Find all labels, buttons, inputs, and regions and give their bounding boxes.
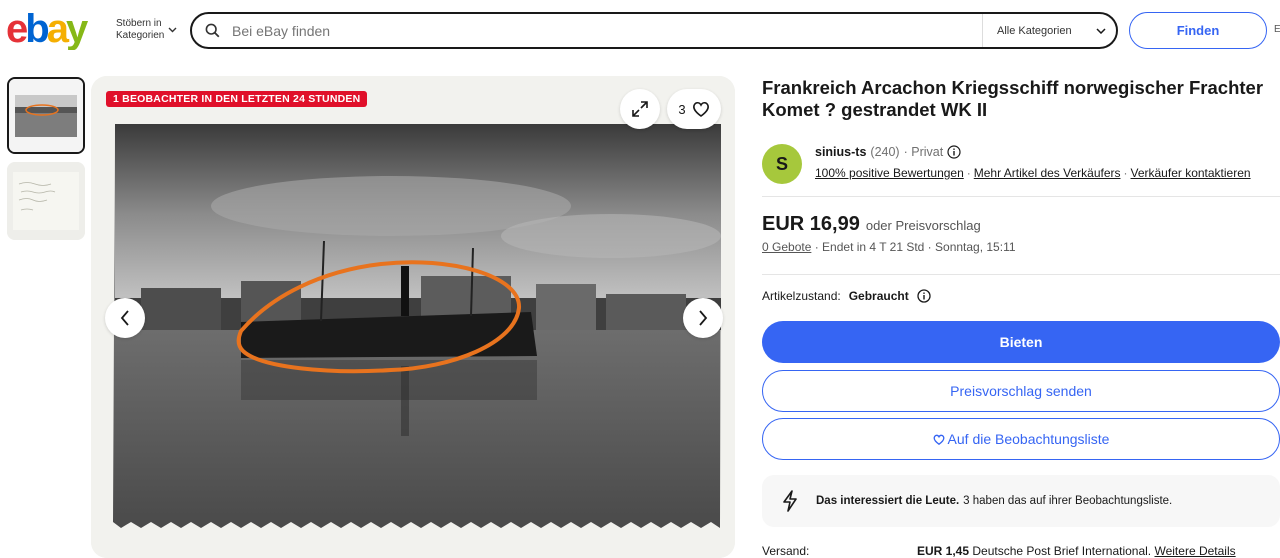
- seller-avatar[interactable]: S: [762, 144, 802, 184]
- info-icon[interactable]: [917, 289, 931, 303]
- previous-image-button[interactable]: [105, 298, 145, 338]
- bid-button[interactable]: Bieten: [762, 321, 1280, 363]
- item-price: EUR 16,99: [762, 213, 860, 235]
- thumbnail-1[interactable]: [7, 77, 85, 154]
- heart-icon: [692, 101, 709, 117]
- search-icon: [192, 23, 232, 38]
- shipping-cost: EUR 1,45: [917, 544, 970, 558]
- item-title: Frankreich Arcachon Kriegsschiff norwegi…: [762, 77, 1264, 120]
- thumbnail-back-photo: [7, 162, 85, 240]
- browse-label-line1: Stöbern in: [116, 18, 162, 29]
- seller-type: · Privat: [903, 145, 944, 159]
- next-image-button[interactable]: [683, 298, 723, 338]
- bid-count-link[interactable]: 0 Gebote: [762, 240, 811, 254]
- category-select[interactable]: Alle Kategorien: [982, 14, 1116, 47]
- shipping-details-link[interactable]: Weitere Details: [1154, 544, 1235, 558]
- condition-value: Gebraucht: [848, 289, 909, 303]
- logo-letter-y: y: [66, 8, 89, 50]
- thumbnail-photo: [9, 79, 83, 152]
- chevron-down-icon: [1096, 27, 1106, 34]
- divider: [762, 196, 1280, 197]
- ship-photo: [91, 76, 735, 558]
- make-offer-button[interactable]: Preisvorschlag senden: [762, 370, 1280, 412]
- chevron-left-icon: [120, 310, 129, 326]
- svg-text:ebay: ebay: [6, 8, 89, 50]
- divider: [762, 274, 1280, 275]
- shipping-method: Deutsche Post Brief International.: [972, 544, 1152, 558]
- watchlist-label: Auf die Beobachtungsliste: [947, 431, 1110, 447]
- header-edge-text: E: [1274, 24, 1280, 35]
- condition-label: Artikelzustand:: [762, 289, 841, 303]
- interest-banner: Das interessiert die Leute. 3 haben das …: [762, 475, 1280, 527]
- watch-count-button[interactable]: 3: [667, 89, 721, 129]
- auction-end: · Endet in 4 T 21 Std · Sonntag, 15:11: [814, 240, 1016, 254]
- seller-rating: (240): [870, 145, 900, 159]
- ebay-logo[interactable]: ebay: [6, 8, 104, 50]
- expand-button[interactable]: [620, 89, 660, 129]
- header: ebay Stöbern in Kategorien Alle Kategori…: [0, 0, 1280, 64]
- browse-label-line2: Kategorien: [116, 30, 165, 41]
- search-bar: Alle Kategorien: [190, 12, 1118, 49]
- expand-icon: [632, 101, 648, 117]
- info-icon[interactable]: [947, 145, 961, 159]
- condition-row: Artikelzustand: Gebraucht: [762, 289, 931, 303]
- search-input[interactable]: [232, 22, 982, 39]
- chevron-down-icon: [168, 27, 177, 33]
- main-item-photo[interactable]: [91, 76, 735, 558]
- chevron-right-icon: [699, 310, 708, 326]
- watchers-count: 3: [678, 101, 686, 117]
- seller-info: S sinius-ts (240) · Privat 100% positive…: [762, 142, 1280, 184]
- logo-letter-e: e: [6, 8, 27, 50]
- thumbnail-2[interactable]: [7, 162, 85, 240]
- offer-text: oder Preisvorschlag: [865, 218, 981, 233]
- seller-name[interactable]: sinius-ts: [815, 145, 866, 159]
- seller-feedback-link[interactable]: 100% positive Bewertungen: [815, 166, 964, 180]
- bid-info: 0 Gebote · Endet in 4 T 21 Std · Sonntag…: [762, 240, 1016, 254]
- add-to-watchlist-button[interactable]: Auf die Beobachtungsliste: [762, 418, 1280, 460]
- browse-categories-button[interactable]: Stöbern in Kategorien: [116, 18, 177, 42]
- interest-text: 3 haben das auf ihrer Beobachtungsliste.: [963, 495, 1173, 507]
- category-select-label: Alle Kategorien: [997, 24, 1072, 37]
- interest-headline: Das interessiert die Leute.: [816, 495, 960, 507]
- contact-seller-link[interactable]: Verkäufer kontaktieren: [1131, 166, 1251, 180]
- lightning-bolt-icon: [778, 490, 802, 512]
- heart-icon: [933, 434, 944, 445]
- find-button[interactable]: Finden: [1129, 12, 1267, 49]
- watchers-badge: 1 BEOBACHTER IN DEN LETZTEN 24 STUNDEN: [106, 91, 368, 107]
- shipping-label: Versand:: [762, 544, 810, 558]
- price-row: EUR 16,99 oder Preisvorschlag: [762, 213, 981, 236]
- logo-letter-b: b: [25, 8, 48, 50]
- seller-more-items-link[interactable]: Mehr Artikel des Verkäufers: [974, 166, 1121, 180]
